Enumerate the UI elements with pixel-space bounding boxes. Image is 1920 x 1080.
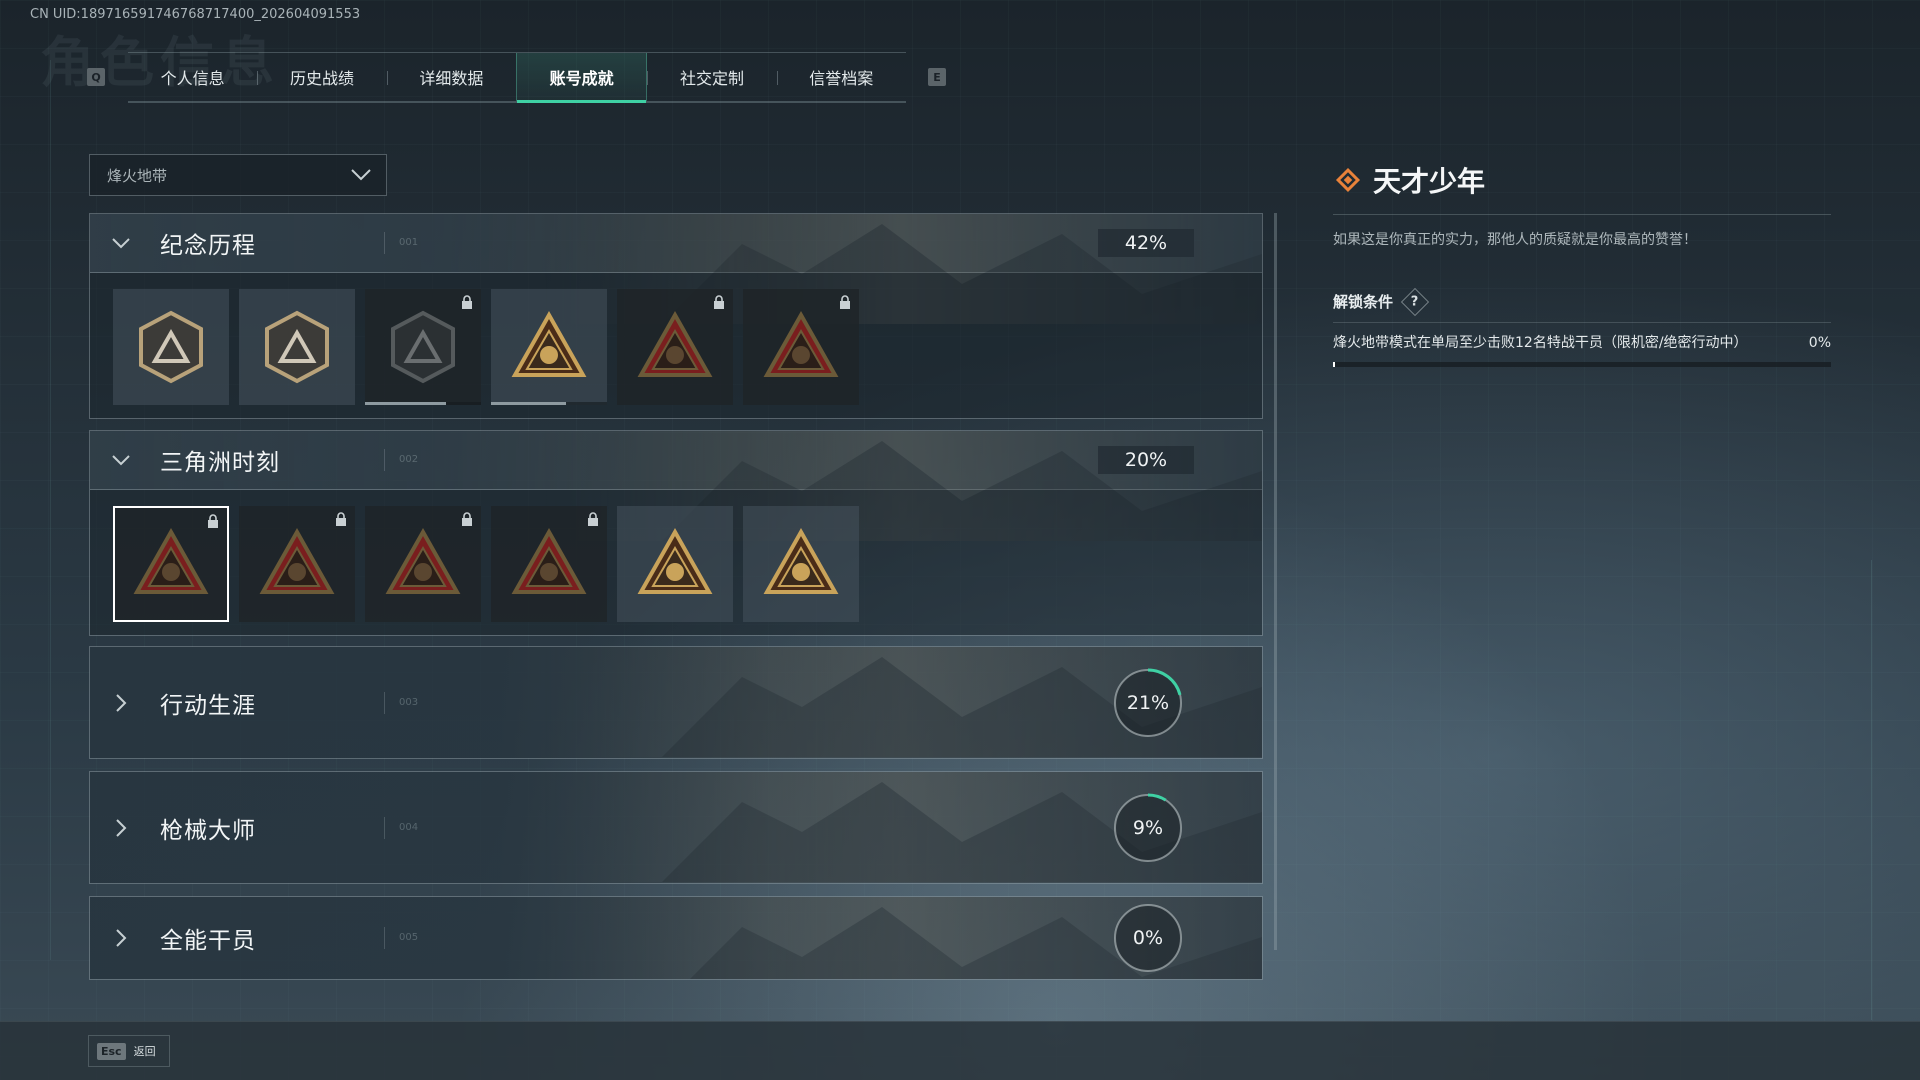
category-003: 行动生涯 003 21% <box>89 646 1263 759</box>
tab-1[interactable]: 历史战绩 <box>257 53 386 101</box>
esc-key-chip: Esc <box>97 1042 126 1060</box>
tab-2[interactable]: 详细数据 <box>386 53 516 101</box>
lock-icon <box>336 512 346 526</box>
lock-icon <box>462 295 472 309</box>
lock-icon <box>714 295 724 309</box>
help-icon[interactable]: ? <box>1400 287 1430 316</box>
tab-4[interactable]: 社交定制 <box>647 53 776 101</box>
tab-0[interactable]: 个人信息 <box>128 53 257 101</box>
achievement-badge[interactable] <box>743 289 859 405</box>
fist-triangle-emblem-icon <box>511 527 587 594</box>
category-progress: 9% <box>1132 816 1164 839</box>
category-005: 全能干员 005 0% <box>89 896 1263 980</box>
badge-progress-bar <box>365 402 481 405</box>
category-header[interactable]: 行动生涯 003 21% <box>90 647 1262 758</box>
squad-triangle-emblem-icon <box>637 527 713 594</box>
achievement-detail-panel: 天才少年 如果这是你真正的实力，那他人的质疑就是你最高的赞誉！ 解锁条件 ? 烽… <box>1333 160 1831 367</box>
list-scrollbar[interactable] <box>1274 213 1277 950</box>
chevron-right-icon[interactable] <box>110 817 132 839</box>
tab-3[interactable]: 账号成就 <box>515 53 648 103</box>
unlock-condition-label: 解锁条件 <box>1333 293 1394 311</box>
category-progress: 20% <box>1098 446 1194 474</box>
next-tab-key[interactable]: E <box>928 68 946 86</box>
chevron-down-icon[interactable] <box>110 232 132 254</box>
category-title: 纪念历程 <box>160 233 256 259</box>
category-progress: 42% <box>1098 229 1194 257</box>
unlock-progress-bar <box>1333 362 1831 367</box>
achievement-description: 如果这是你真正的实力，那他人的质疑就是你最高的赞誉！ <box>1333 232 1697 248</box>
tab-5[interactable]: 信誉档案 <box>776 53 906 101</box>
mode-dropdown-value: 烽火地带 <box>107 166 168 185</box>
unlock-progress-fill <box>1333 362 1335 367</box>
badge-grid <box>90 273 1262 418</box>
achievement-badge[interactable] <box>491 506 607 622</box>
fire-truck-58-emblem-icon <box>511 310 587 377</box>
badge-progress-bar <box>491 402 607 405</box>
back-button[interactable]: Esc 返回 <box>88 1035 170 1067</box>
achievement-badge[interactable] <box>491 289 607 405</box>
category-progress-ring: 0% <box>1112 902 1184 974</box>
uid-label: CN UID:1897165917467687174​00_2026040915… <box>30 7 361 22</box>
chevron-right-icon[interactable] <box>110 927 132 949</box>
chevron-down-icon[interactable] <box>110 449 132 471</box>
prev-tab-key[interactable]: Q <box>87 68 105 86</box>
category-progress: 0% <box>1132 927 1164 949</box>
rocket-triangle-emblem-icon <box>763 527 839 594</box>
main-tabs: 个人信息 历史战绩 详细数据 账号成就 社交定制 信誉档案 <box>128 52 906 103</box>
back-label: 返回 <box>133 1045 156 1058</box>
achievement-badge[interactable] <box>365 289 481 405</box>
mode-dropdown[interactable]: 烽火地带 <box>89 154 387 196</box>
achievement-badge[interactable] <box>617 506 733 622</box>
category-index: 002 <box>384 449 418 471</box>
category-progress-ring: 21% <box>1112 667 1184 739</box>
chevron-down-icon <box>351 169 371 181</box>
helicopter-emblem-icon <box>265 310 329 384</box>
achievement-badge[interactable] <box>239 506 355 622</box>
category-002: 三角洲时刻 002 20% <box>89 430 1263 636</box>
category-title: 行动生涯 <box>160 692 256 719</box>
triangle-shield-emblem-icon <box>139 310 203 384</box>
achievement-badge[interactable] <box>365 506 481 622</box>
category-header[interactable]: 全能干员 005 0% <box>90 897 1262 979</box>
category-header[interactable]: 三角洲时刻 002 20% <box>90 431 1262 541</box>
category-index: 003 <box>384 691 418 714</box>
dark-shield-emblem-icon <box>391 310 455 384</box>
lock-icon <box>588 512 598 526</box>
category-001: 纪念历程 001 42% <box>89 213 1263 419</box>
achievement-badge[interactable] <box>617 289 733 405</box>
lock-icon <box>462 512 472 526</box>
achievement-badge[interactable] <box>743 506 859 622</box>
badge-grid <box>90 490 1262 635</box>
category-title: 全能干员 <box>160 928 256 954</box>
category-header[interactable]: 纪念历程 001 42% <box>90 214 1262 324</box>
unlock-condition-progress: 0% <box>1808 335 1831 351</box>
category-progress: 21% <box>1126 691 1170 714</box>
achievement-badge[interactable] <box>239 289 355 405</box>
unlock-condition-text: 烽火地带模式在单局至少击败12名特战干员（限机密/绝密行动中） <box>1333 335 1748 351</box>
lock-icon <box>208 514 218 528</box>
skull-crossbones-emblem-icon <box>763 310 839 377</box>
achievement-badge[interactable] <box>113 506 229 622</box>
seated-figure-emblem-icon <box>385 527 461 594</box>
achievement-diamond-icon <box>1335 167 1361 193</box>
category-index: 001 <box>384 232 418 254</box>
category-progress-ring: 9% <box>1112 792 1184 864</box>
robot-triangle-emblem-icon <box>133 527 209 594</box>
category-title: 三角洲时刻 <box>160 450 280 476</box>
chevron-right-icon[interactable] <box>110 692 132 714</box>
category-title: 枪械大师 <box>160 817 256 844</box>
category-index: 005 <box>384 927 418 949</box>
category-header[interactable]: 枪械大师 004 9% <box>90 772 1262 883</box>
achievement-badge[interactable] <box>113 289 229 405</box>
footer-bar: Esc 返回 <box>0 1021 1920 1080</box>
category-index: 004 <box>384 816 418 839</box>
category-004: 枪械大师 004 9% <box>89 771 1263 884</box>
lock-icon <box>840 295 850 309</box>
achievement-title: 天才少年 <box>1373 165 1486 198</box>
mask-triangle-emblem-icon <box>259 527 335 594</box>
masked-operator-emblem-icon <box>637 310 713 377</box>
